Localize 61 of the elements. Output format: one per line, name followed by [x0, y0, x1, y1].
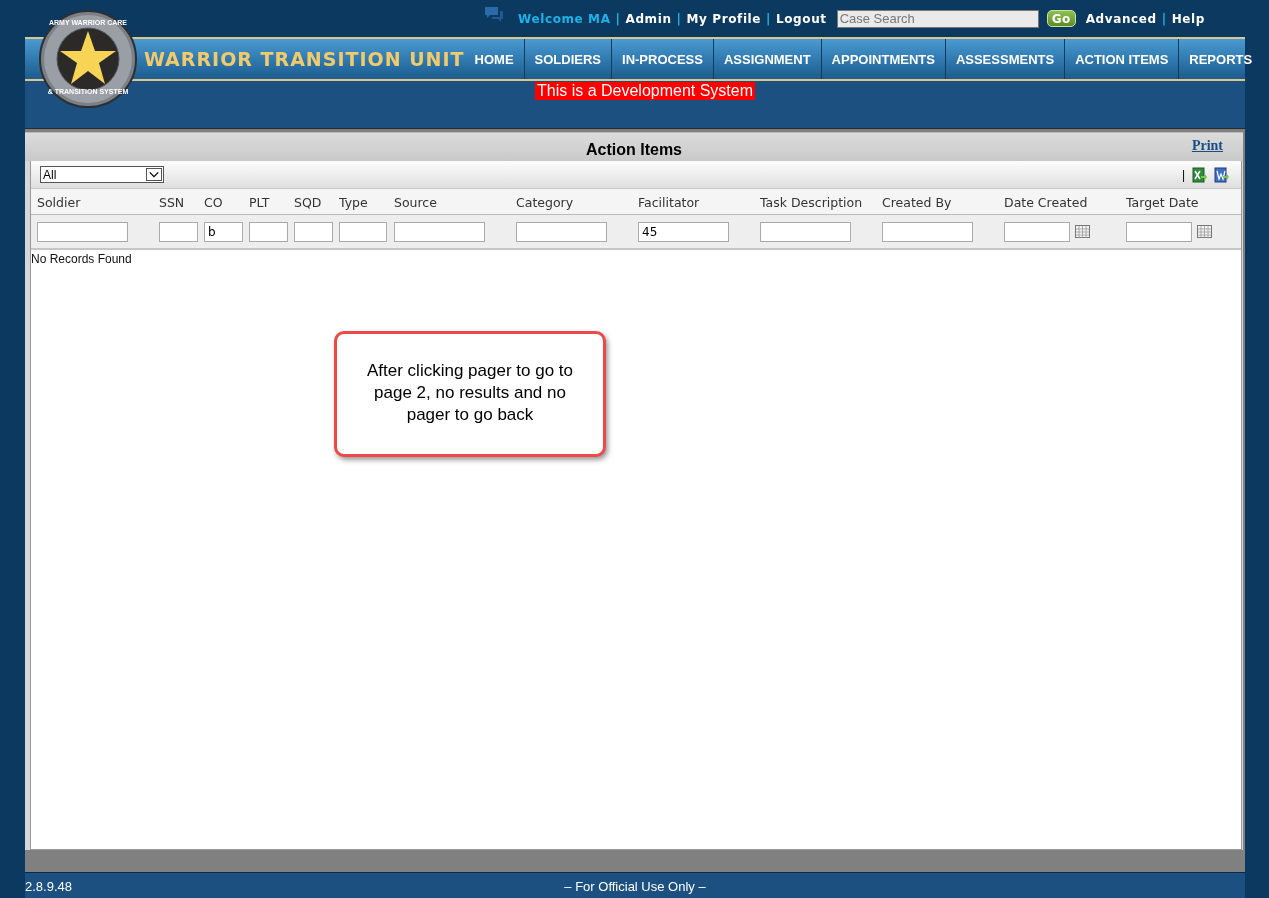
filter-field[interactable]: 45: [638, 221, 729, 242]
column-header[interactable]: Task Description: [760, 194, 863, 210]
nav-menu-item[interactable]: HOME: [464, 39, 524, 79]
print-link[interactable]: Print: [1191, 138, 1223, 154]
welcome-text: Welcome MA: [518, 11, 611, 26]
nav-menu-item[interactable]: IN-PROCESS: [611, 39, 713, 79]
column-header[interactable]: Soldier: [37, 194, 81, 210]
header-link[interactable]: Admin: [625, 11, 672, 26]
nav-menu-item[interactable]: REPORTS: [1178, 39, 1263, 79]
annotation-callout: After clicking pager to go to page 2, no results and no pager to go back: [334, 331, 606, 457]
separator-text: |: [1181, 167, 1185, 182]
filter-field[interactable]: [1126, 221, 1192, 242]
column-header[interactable]: PLT: [249, 194, 270, 210]
nav-menu-item[interactable]: ACTION ITEMS: [1064, 39, 1179, 79]
calendar-icon[interactable]: [1075, 225, 1090, 238]
nav-menu-item[interactable]: SOLDIERS: [523, 39, 611, 79]
case-search-field[interactable]: Case Search: [836, 9, 1039, 28]
filter-field[interactable]: [516, 221, 607, 242]
filter-field[interactable]: [760, 221, 851, 242]
separator-text: |: [1161, 11, 1167, 26]
calendar-icon[interactable]: [1197, 225, 1212, 238]
column-header[interactable]: SSN: [159, 194, 185, 210]
filter-field[interactable]: b: [204, 221, 243, 242]
separator-text: |: [766, 11, 772, 26]
filter-field[interactable]: [37, 221, 128, 242]
header-link[interactable]: Advanced: [1085, 11, 1157, 26]
header-link[interactable]: Logout: [776, 11, 827, 26]
no-records-text: No Records Found: [31, 252, 132, 266]
column-header[interactable]: Target Date: [1126, 194, 1199, 210]
column-header[interactable]: SQD: [294, 194, 322, 210]
nav-menu-item[interactable]: ASSIGNMENT: [712, 39, 821, 79]
filter-field[interactable]: [339, 221, 387, 242]
separator-text: |: [676, 11, 682, 26]
filter-field[interactable]: [394, 221, 485, 242]
filter-dropdown[interactable]: All: [40, 166, 164, 183]
filter-field[interactable]: [1004, 221, 1070, 242]
panel-title: Action Items: [586, 141, 682, 159]
filter-field[interactable]: [882, 221, 973, 242]
column-header[interactable]: CO: [204, 194, 223, 210]
column-header[interactable]: Source: [394, 194, 437, 210]
official-use-notice: – For Official Use Only –: [564, 878, 706, 894]
word-export-icon[interactable]: [1214, 166, 1229, 183]
filter-field[interactable]: [159, 221, 198, 242]
separator-text: |: [615, 11, 621, 26]
development-banner: This is a Development System: [534, 82, 756, 100]
column-header[interactable]: Category: [516, 194, 574, 210]
nav-menu-item[interactable]: ASSESSMENTS: [944, 39, 1065, 79]
filter-field[interactable]: [294, 221, 333, 242]
column-header[interactable]: Created By: [882, 194, 952, 210]
version-text: 2.8.9.48: [25, 878, 72, 894]
column-header[interactable]: Date Created: [1004, 194, 1088, 210]
header-link[interactable]: Help: [1171, 11, 1205, 26]
excel-export-icon[interactable]: [1192, 166, 1207, 183]
chat-bubbles-icon[interactable]: [483, 4, 506, 23]
caret-icon: [146, 168, 162, 181]
nav-menu-item[interactable]: APPOINTMENTS: [820, 39, 945, 79]
column-header[interactable]: Facilitator: [638, 194, 700, 210]
unit-title: WARRIOR TRANSITION UNIT: [144, 48, 465, 70]
column-header[interactable]: Type: [339, 194, 368, 210]
header-link[interactable]: My Profile: [686, 11, 762, 26]
filter-field[interactable]: [249, 221, 288, 242]
